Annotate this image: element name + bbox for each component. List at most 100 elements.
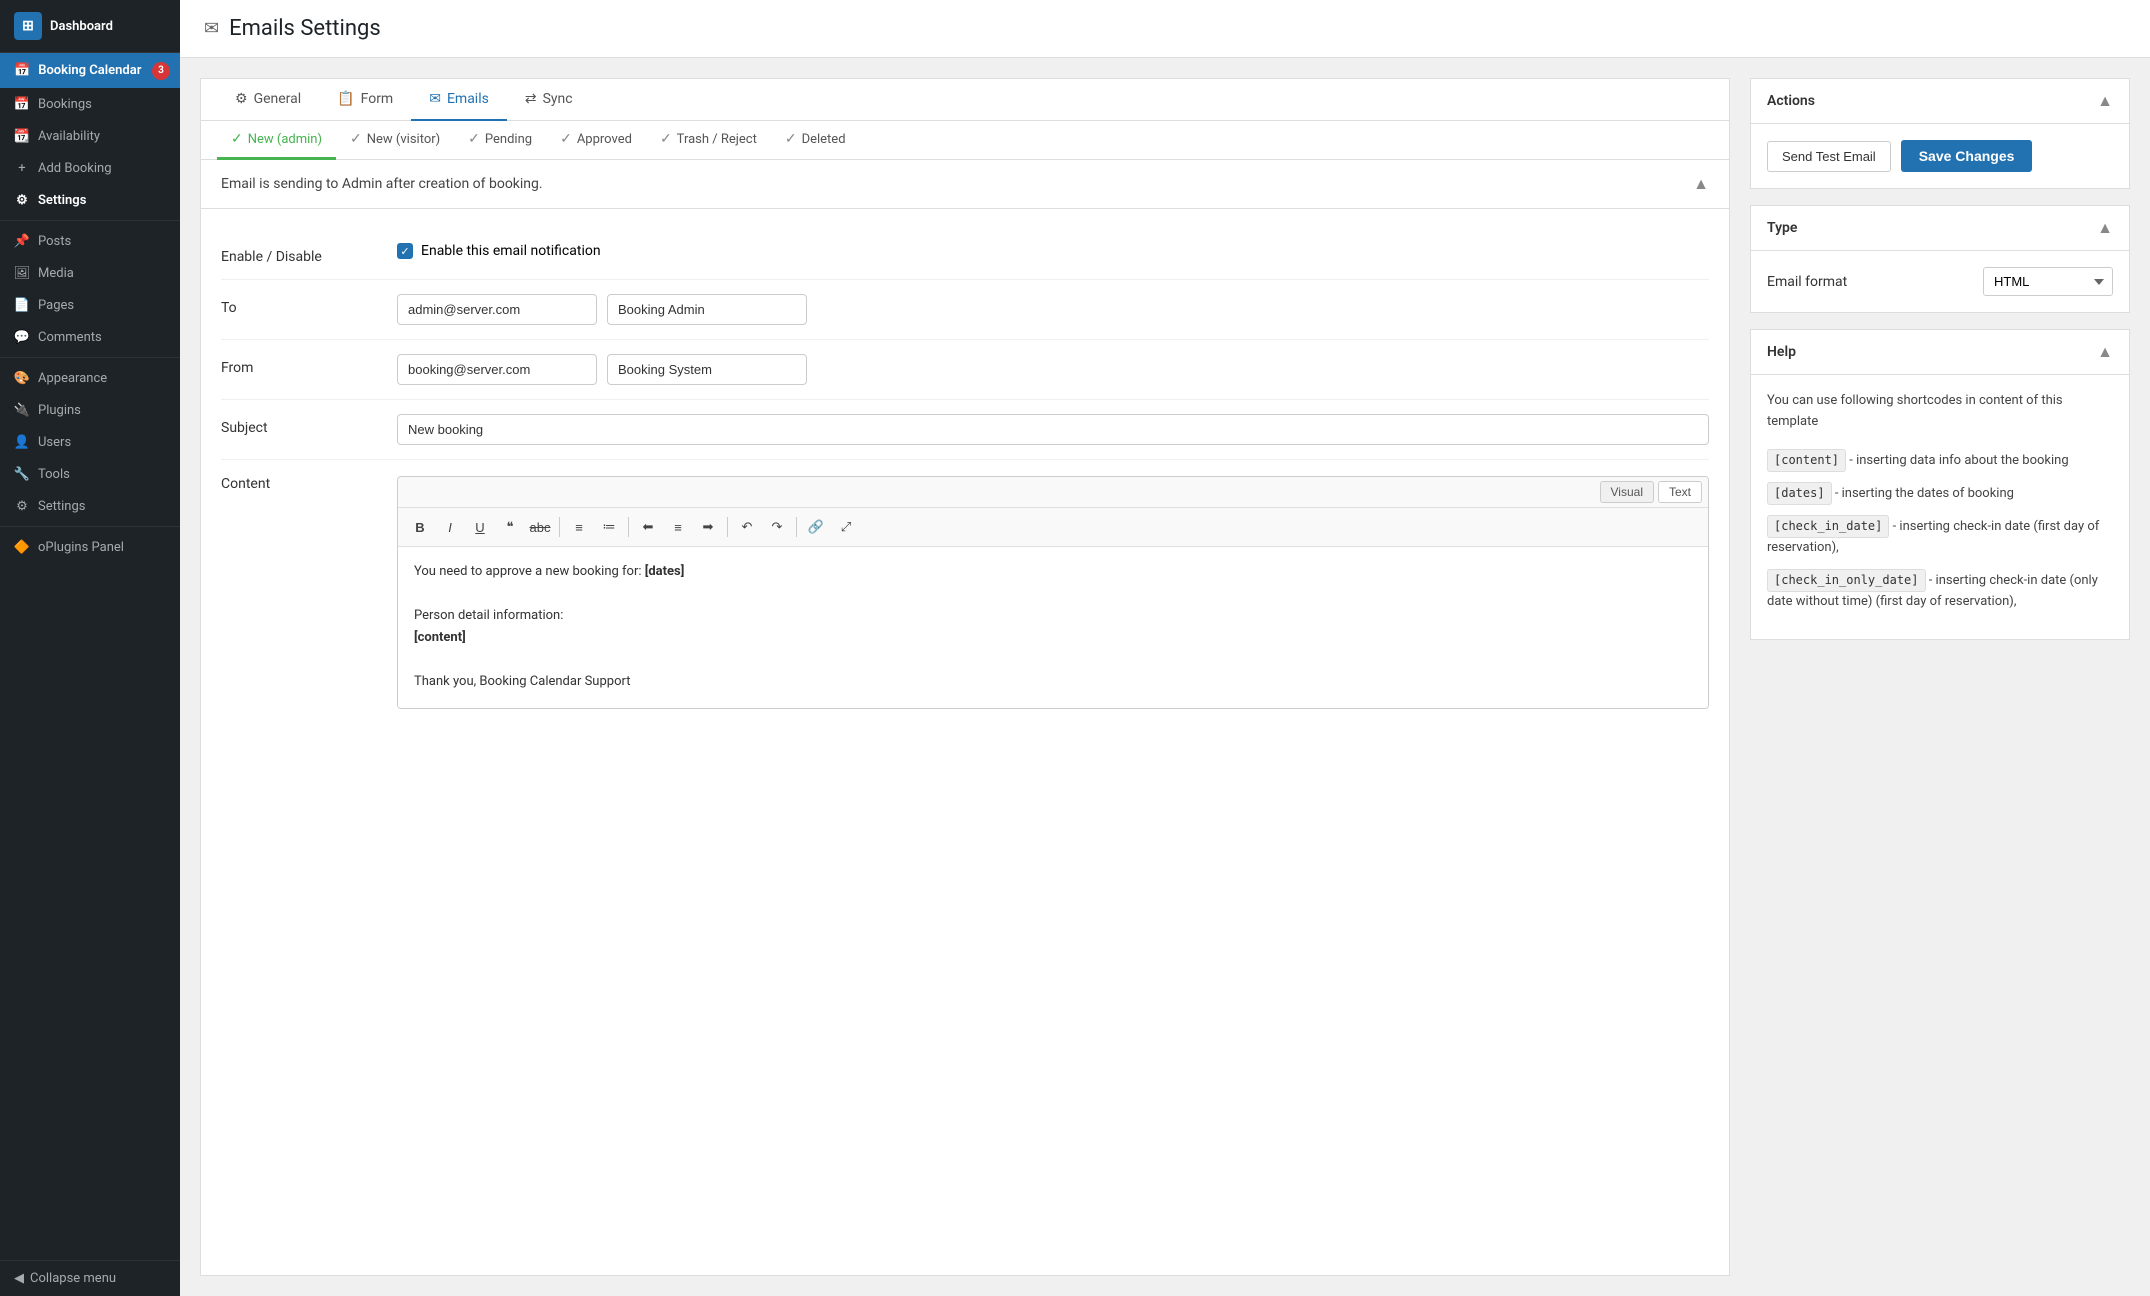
enable-disable-inputs: ✓ Enable this email notification — [397, 243, 1709, 259]
deleted-icon: ✓ — [785, 131, 797, 147]
actions-buttons: Send Test Email Save Changes — [1767, 140, 2113, 172]
sub-tab-deleted[interactable]: ✓ Deleted — [771, 121, 860, 160]
tab-general[interactable]: ⚙ General — [217, 79, 319, 121]
sub-tab-new-visitor[interactable]: ✓ New (visitor) — [336, 121, 454, 160]
sidebar-item-booking-calendar[interactable]: 📅 Booking Calendar 3 — [0, 53, 180, 88]
dashboard-label: Dashboard — [50, 19, 113, 34]
to-name-input[interactable] — [607, 294, 807, 325]
new-visitor-label: New (visitor) — [367, 132, 440, 147]
help-panel-header: Help ▲ — [1751, 330, 2129, 375]
toolbar-sep-4 — [796, 517, 797, 537]
toolbar-ordered-list[interactable]: ≔ — [595, 514, 623, 540]
toolbar-unordered-list[interactable]: ≡ — [565, 514, 593, 540]
sidebar-item-media[interactable]: 🖼 Media — [0, 257, 180, 289]
new-visitor-icon: ✓ — [350, 131, 362, 147]
toolbar-fullscreen[interactable]: ⤢ — [832, 514, 860, 540]
sub-tab-new-admin[interactable]: ✓ New (admin) — [217, 121, 336, 160]
users-label: Users — [38, 435, 71, 450]
plugins-icon: 🔌 — [14, 402, 30, 418]
emails-tab-icon: ✉ — [429, 91, 441, 107]
sidebar-item-availability[interactable]: 📆 Availability — [0, 120, 180, 152]
sidebar-item-add-booking[interactable]: + Add Booking — [0, 152, 180, 184]
toolbar-link[interactable]: 🔗 — [802, 514, 830, 540]
booking-calendar-icon: 📅 — [14, 63, 30, 78]
sidebar-item-plugins[interactable]: 🔌 Plugins — [0, 394, 180, 426]
subject-input[interactable] — [397, 414, 1709, 445]
enable-checkbox-label: Enable this email notification — [421, 243, 601, 259]
toolbar-align-right[interactable]: ➡ — [694, 514, 722, 540]
editor-line3: Thank you, Booking Calendar Support — [414, 671, 1692, 693]
sidebar-item-bookings[interactable]: 📅 Bookings — [0, 88, 180, 120]
sidebar-item-appearance[interactable]: 🎨 Appearance — [0, 362, 180, 394]
toolbar-bold[interactable]: B — [406, 514, 434, 540]
help-panel-body: You can use following shortcodes in cont… — [1751, 375, 2129, 639]
toolbar-redo[interactable]: ↷ — [763, 514, 791, 540]
toolbar-undo[interactable]: ↶ — [733, 514, 761, 540]
toolbar-align-left[interactable]: ⬅ — [634, 514, 662, 540]
from-email-input[interactable] — [397, 354, 597, 385]
actions-panel: Actions ▲ Send Test Email Save Changes — [1750, 78, 2130, 189]
sub-tab-pending[interactable]: ✓ Pending — [454, 121, 546, 160]
form-tab-label: Form — [361, 91, 394, 107]
booking-badge: 3 — [152, 62, 170, 80]
sidebar-item-tools[interactable]: 🔧 Tools — [0, 458, 180, 490]
actions-panel-title: Actions — [1767, 93, 1815, 109]
shortcode-check-in-only-date: [check_in_only_date] — [1767, 569, 1926, 592]
deleted-label: Deleted — [802, 132, 846, 147]
from-name-input[interactable] — [607, 354, 807, 385]
collapse-icon: ◀ — [14, 1271, 24, 1286]
save-changes-button[interactable]: Save Changes — [1901, 140, 2033, 172]
editor-line1: You need to approve a new booking for: [… — [414, 561, 1692, 583]
editor-visual-btn[interactable]: Visual — [1600, 481, 1654, 503]
sidebar-item-comments[interactable]: 💬 Comments — [0, 321, 180, 353]
users-icon: 👤 — [14, 434, 30, 450]
help-item-check-in-date: [check_in_date] - inserting check-in dat… — [1767, 515, 2113, 559]
sync-tab-label: Sync — [543, 91, 573, 107]
tab-emails[interactable]: ✉ Emails — [411, 79, 507, 121]
media-icon: 🖼 — [14, 265, 30, 281]
toolbar-blockquote[interactable]: ❝ — [496, 514, 524, 540]
enable-checkbox-row[interactable]: ✓ Enable this email notification — [397, 243, 601, 259]
editor-line2: Person detail information: — [414, 605, 1692, 627]
sidebar-item-pages[interactable]: 📄 Pages — [0, 289, 180, 321]
toolbar-sep-2 — [628, 517, 629, 537]
pages-icon: 📄 — [14, 297, 30, 313]
actions-panel-collapse[interactable]: ▲ — [2097, 91, 2113, 111]
editor-text-btn[interactable]: Text — [1658, 481, 1702, 503]
help-intro-text: You can use following shortcodes in cont… — [1767, 391, 2113, 433]
bookings-icon: 📅 — [14, 96, 30, 112]
toolbar-underline[interactable]: U — [466, 514, 494, 540]
actions-panel-header: Actions ▲ — [1751, 79, 2129, 124]
to-email-input[interactable] — [397, 294, 597, 325]
sidebar-item-settings2[interactable]: ⚙ Settings — [0, 490, 180, 522]
toolbar-italic[interactable]: I — [436, 514, 464, 540]
sidebar-item-settings[interactable]: ⚙ Settings — [0, 184, 180, 216]
enable-checkbox[interactable]: ✓ — [397, 243, 413, 259]
appearance-icon: 🎨 — [14, 370, 30, 386]
enable-disable-row: Enable / Disable ✓ Enable this email not… — [221, 229, 1709, 280]
email-format-select[interactable]: HTML Plain Text — [1983, 267, 2113, 296]
toolbar-sep-1 — [559, 517, 560, 537]
email-header-collapse[interactable]: ▲ — [1693, 174, 1709, 194]
editor-body[interactable]: You need to approve a new booking for: [… — [398, 547, 1708, 708]
posts-icon: 📌 — [14, 233, 30, 249]
email-form-panel: Email is sending to Admin after creation… — [201, 160, 1729, 1275]
help-panel-collapse[interactable]: ▲ — [2097, 342, 2113, 362]
type-panel-collapse[interactable]: ▲ — [2097, 218, 2113, 238]
type-panel: Type ▲ Email format HTML Plain Text — [1750, 205, 2130, 313]
email-header-bar: Email is sending to Admin after creation… — [201, 160, 1729, 209]
sidebar-item-posts[interactable]: 📌 Posts — [0, 225, 180, 257]
send-test-email-button[interactable]: Send Test Email — [1767, 141, 1891, 172]
tab-sync[interactable]: ⇄ Sync — [507, 79, 591, 121]
tab-form[interactable]: 📋 Form — [319, 79, 411, 121]
sidebar-item-users[interactable]: 👤 Users — [0, 426, 180, 458]
comments-icon: 💬 — [14, 329, 30, 345]
toolbar-align-center[interactable]: ≡ — [664, 514, 692, 540]
sub-tab-approved[interactable]: ✓ Approved — [546, 121, 646, 160]
dashboard-nav-item[interactable]: ⊞ Dashboard — [0, 0, 180, 53]
pending-icon: ✓ — [468, 131, 480, 147]
sub-tab-trash-reject[interactable]: ✓ Trash / Reject — [646, 121, 771, 160]
toolbar-strikethrough[interactable]: abc — [526, 514, 554, 540]
collapse-menu-button[interactable]: ◀ Collapse menu — [0, 1260, 180, 1296]
sidebar-item-oplugins[interactable]: 🔶 oPlugins Panel — [0, 531, 180, 563]
